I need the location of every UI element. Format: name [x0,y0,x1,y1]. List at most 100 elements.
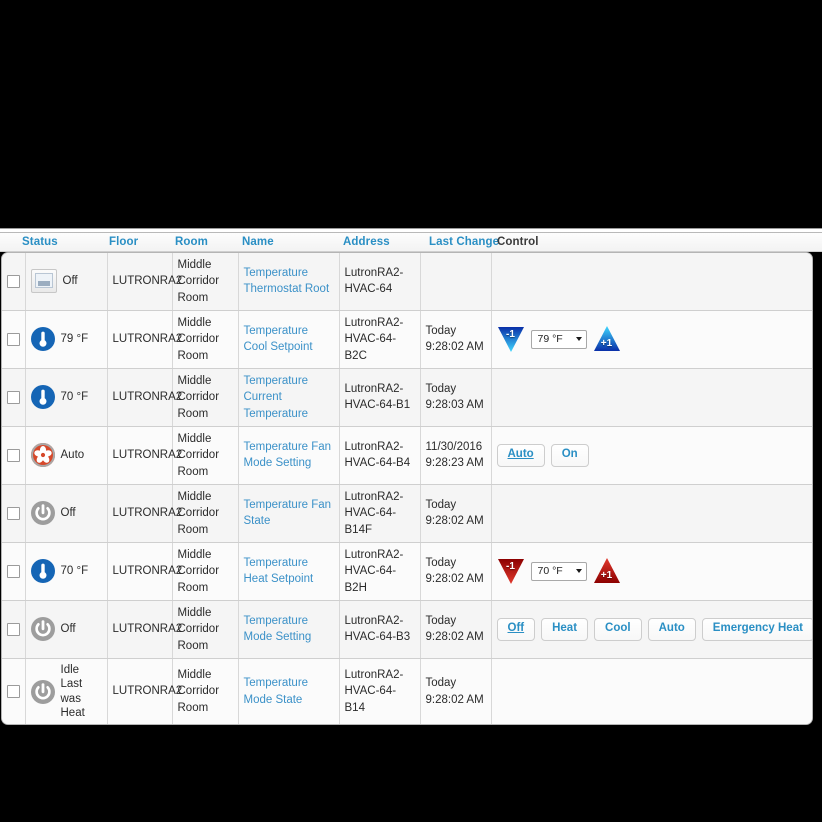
row-select-checkbox[interactable] [7,564,20,578]
control-inner [497,681,810,703]
room-cell: Middle Corridor Room [172,310,239,369]
row-select-cell [2,426,26,485]
column-header-status[interactable]: Status [22,236,58,248]
control-cell: Auto On [491,426,812,485]
control-button[interactable]: Auto [496,444,545,467]
floor-cell: LUTRONRA2 [107,484,182,543]
status-inner: 70 °F [30,559,102,584]
device-name-link[interactable]: Temperature Cool Setpoint [244,325,313,353]
row-select-checkbox[interactable] [7,332,20,346]
status-cell: 70 °F [25,368,108,427]
control-inner: Auto On [496,444,810,467]
last-change-cell: Today 9:28:02 AM [420,600,492,659]
row-select-checkbox[interactable] [7,448,20,462]
device-table-body: Off LUTRONRA2 Middle Corridor Room Temperat… [2,253,812,725]
last-change-cell: Today 9:28:02 AM [420,658,492,725]
room-cell: Middle Corridor Room [172,658,239,725]
power-icon [30,501,55,526]
last-change-cell: 11/30/2016 9:28:23 AM [420,426,492,485]
status-inner: Idle Last was Heat [30,663,102,721]
floor-cell: LUTRONRA2 [107,658,182,725]
control-button[interactable]: Heat [541,618,589,641]
floor-cell: LUTRONRA2 [107,600,182,659]
row-select-cell [2,310,26,369]
room-cell: Middle Corridor Room [172,426,239,485]
control-button[interactable]: On [550,444,589,467]
control-button[interactable]: Cool [594,618,642,641]
status-label: 79 °F [60,333,89,346]
device-list-page: Status Floor Room Name Address Last Chan… [0,228,822,726]
status-cell: Off [25,600,108,659]
row-select-checkbox[interactable] [7,274,20,288]
status-inner: Off [30,501,102,526]
table-row: 70 °F LUTRONRA2 Middle Corridor Room Temper… [2,368,812,427]
setpoint-dropdown[interactable]: 70 °F [530,561,587,582]
floor-cell: LUTRONRA2 [107,542,182,601]
control-inner [497,270,810,292]
address-cell: LutronRA2-HVAC-64-B4 [339,426,421,485]
status-inner: 79 °F [30,327,102,352]
fan-icon [30,443,55,468]
thermometer-icon [30,385,55,410]
control-cell [491,253,812,311]
name-cell: Temperature Fan Mode Setting [238,426,340,485]
status-cell: Auto [25,426,108,485]
row-select-checkbox[interactable] [7,390,20,404]
column-header-last-change[interactable]: Last Change [429,236,499,248]
column-header-room[interactable]: Room [175,236,208,248]
room-cell: Middle Corridor Room [172,484,239,543]
table-row: Off LUTRONRA2 Middle Corridor Room Temperat… [2,253,812,311]
name-cell: Temperature Fan State [238,484,340,543]
name-cell: Temperature Thermostat Root [238,253,340,311]
device-name-link[interactable]: Temperature Heat Setpoint [244,557,314,585]
row-select-checkbox[interactable] [7,684,20,698]
decrement-triangle-button[interactable]: -1 [497,557,525,585]
chevron-down-icon [575,569,582,574]
address-cell: LutronRA2-HVAC-64-B2H [339,542,421,601]
room-cell: Middle Corridor Room [172,542,239,601]
address-cell: LutronRA2-HVAC-64-B14 [339,658,421,725]
control-cell: -1 79 °F +1 [491,310,812,369]
device-name-link[interactable]: Temperature Fan State [244,499,332,527]
device-table-container: Off LUTRONRA2 Middle Corridor Room Temperat… [1,252,813,726]
name-cell: Temperature Mode Setting [238,600,340,659]
table-row: 79 °F LUTRONRA2 Middle Corridor Room Temper… [2,310,812,369]
address-cell: LutronRA2-HVAC-64-B2C [339,310,421,369]
room-cell: Middle Corridor Room [172,253,239,311]
column-header-address[interactable]: Address [343,236,390,248]
control-inner: Off Heat Cool Auto Emergency Heat [496,618,812,641]
row-select-cell [2,658,26,725]
row-select-cell [2,253,26,311]
last-change-cell: Today 9:28:02 AM [420,484,492,543]
table-row: Off LUTRONRA2 Middle Corridor Room Temperat… [2,484,812,543]
device-name-link[interactable]: Temperature Mode Setting [244,615,312,643]
device-name-link[interactable]: Temperature Current Temperature [244,375,309,420]
control-button[interactable]: Auto [647,618,696,641]
status-inner: Off [30,617,102,642]
status-cell: Idle Last was Heat [25,658,108,725]
increment-triangle-button[interactable]: +1 [593,557,621,585]
device-name-link[interactable]: Temperature Fan Mode Setting [244,441,332,469]
room-cell: Middle Corridor Room [172,600,239,659]
status-inner: Off [30,269,102,294]
device-name-link[interactable]: Temperature Thermostat Root [244,267,330,295]
control-button[interactable]: Off [496,618,536,641]
control-cell [491,658,812,725]
control-inner: -1 70 °F +1 [497,557,810,585]
status-label: 70 °F [60,391,89,404]
row-select-cell [2,600,26,659]
decrement-triangle-button[interactable]: -1 [497,325,525,353]
table-column-header-bar: Status Floor Room Name Address Last Chan… [0,233,822,252]
floor-cell: LUTRONRA2 [107,310,182,369]
increment-triangle-button[interactable]: +1 [593,325,621,353]
control-button[interactable]: Emergency Heat [701,618,812,641]
row-select-checkbox[interactable] [7,506,20,520]
name-cell: Temperature Mode State [238,658,340,725]
thermometer-icon [30,327,55,352]
setpoint-dropdown[interactable]: 79 °F [530,329,587,350]
table-row: Auto LUTRONRA2 Middle Corridor Room Tempera… [2,426,812,485]
column-header-name[interactable]: Name [242,236,274,248]
device-name-link[interactable]: Temperature Mode State [244,677,309,705]
column-header-floor[interactable]: Floor [109,236,138,248]
row-select-checkbox[interactable] [7,622,20,636]
